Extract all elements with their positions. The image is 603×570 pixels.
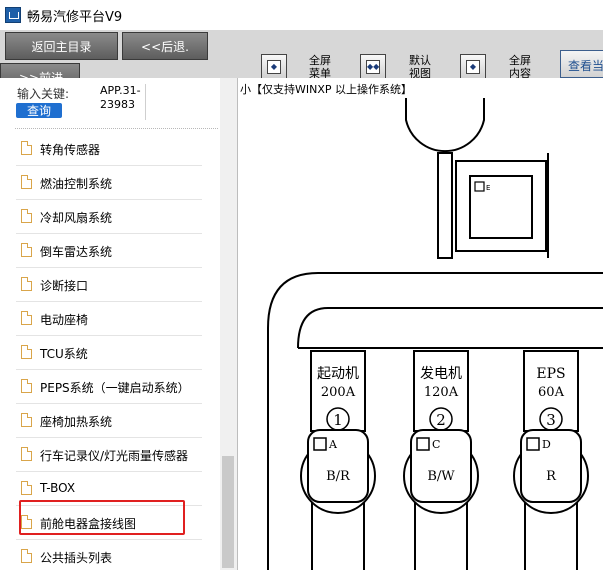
tree-item-label: TCU系统 xyxy=(40,347,88,361)
fuse-3: EPS 60A 3 D R xyxy=(513,350,589,570)
highlight-box xyxy=(19,500,185,535)
forward-button[interactable]: >>前进 xyxy=(0,63,80,78)
tree-item[interactable]: 行车记录仪/灯光雨量传感器 xyxy=(0,438,220,472)
tree-item-label: PEPS系统（一键启动系统） xyxy=(40,381,190,395)
fuse-name: 起动机 xyxy=(317,366,359,382)
document-icon xyxy=(21,413,32,427)
tree-item[interactable]: 冷却风扇系统 xyxy=(0,200,220,234)
scroll-thumb[interactable] xyxy=(222,456,234,568)
content-panel: 小【仅支持WINXP 以上操作系统】 E 起动机 200A 1 A B/R 发电机 120A… xyxy=(238,78,603,570)
fuse-2: 发电机 120A 2 C B/W xyxy=(403,350,479,570)
tree-item-label: T-BOX xyxy=(40,481,76,495)
document-icon xyxy=(21,481,32,495)
fuse-name: EPS xyxy=(536,366,565,382)
fuse-rating: 200A xyxy=(321,385,356,400)
document-icon xyxy=(21,345,32,359)
tree-item-label: 公共插头列表 xyxy=(40,551,113,565)
document-icon xyxy=(21,243,32,257)
wire-color: B/R xyxy=(326,469,351,484)
left-panel: 输入关键: 查询 APP.31-23983 转角传感器燃油控制系统 冷却风扇系统倒… xyxy=(0,78,238,570)
view-current-button[interactable]: 查看当 xyxy=(560,50,603,78)
tree-item[interactable]: 倒车雷达系统 xyxy=(0,234,220,268)
wire-color: B/W xyxy=(427,469,455,484)
keyword-label: 输入关键: xyxy=(17,87,70,101)
toolbar: 返回主目录 <<后退. >>前进 ◆ 全屏 菜单 ◆◆ 默认 视图 ◆ 全屏 内容 查… xyxy=(0,30,603,79)
app-icon xyxy=(5,7,21,23)
tree-item[interactable]: 电动座椅 xyxy=(0,302,220,336)
fuse-name: 发电机 xyxy=(420,366,462,382)
document-icon xyxy=(21,379,32,393)
connector-letter: C xyxy=(432,438,440,451)
divider xyxy=(15,128,218,129)
tree-item[interactable]: 诊断接口 xyxy=(0,268,220,302)
window-title: 畅易汽修平台V9 xyxy=(27,9,123,25)
title-bar: 畅易汽修平台V9 xyxy=(0,0,603,30)
left-scrollbar[interactable] xyxy=(220,78,237,570)
search-area: 输入关键: 查询 APP.31-23983 xyxy=(0,78,220,130)
default-view-icon[interactable]: ◆◆ xyxy=(360,54,386,78)
document-icon xyxy=(21,175,32,189)
document-icon xyxy=(21,447,32,461)
os-notice: 小【仅支持WINXP 以上操作系统】 xyxy=(240,83,413,96)
tree-item-label: 转角传感器 xyxy=(40,143,101,157)
top-connector-letter: E xyxy=(486,184,490,192)
document-icon xyxy=(21,277,32,291)
tree-item[interactable]: 公共插头列表 xyxy=(0,540,220,570)
fuse-rating: 60A xyxy=(538,385,565,400)
diagram-ring xyxy=(405,98,485,153)
tree-item[interactable]: 燃油控制系统 xyxy=(0,166,220,200)
fuse-number: 3 xyxy=(546,411,556,429)
fullscreen-menu-label: 全屏 菜单 xyxy=(309,54,331,79)
tree-item-label: 倒车雷达系统 xyxy=(40,245,113,259)
document-icon xyxy=(21,141,32,155)
tree-item-label: 冷却风扇系统 xyxy=(40,211,113,225)
document-icon xyxy=(21,549,32,563)
tree-item-label: 行车记录仪/灯光雨量传感器 xyxy=(40,449,189,463)
tree-item-label: 座椅加热系统 xyxy=(40,415,113,429)
keyword-value[interactable]: APP.31-23983 xyxy=(100,84,146,120)
terminal-connector xyxy=(520,429,582,503)
terminal-connector xyxy=(410,429,472,503)
tree-item[interactable]: TCU系统 xyxy=(0,336,220,370)
tree-item-label: 电动座椅 xyxy=(40,313,89,327)
top-connector-inner xyxy=(469,175,533,239)
document-icon xyxy=(21,209,32,223)
fuse-1: 起动机 200A 1 A B/R xyxy=(300,350,376,570)
connector-letter: A xyxy=(328,438,338,451)
fuse-rating: 120A xyxy=(424,385,459,400)
default-view-label: 默认 视图 xyxy=(409,54,431,79)
fuse-number: 2 xyxy=(436,411,446,429)
tree-item[interactable]: 转角传感器 xyxy=(0,132,220,166)
fuse-box-diagram: E 起动机 200A 1 A B/R 发电机 120A 2 C B/W EPS 60A 3 D R xyxy=(267,98,603,570)
fuse-group: 起动机 200A 1 A B/R 发电机 120A 2 C B/W EPS 60A 3 D R xyxy=(300,350,589,570)
tree-item[interactable]: 座椅加热系统 xyxy=(0,404,220,438)
document-icon xyxy=(21,311,32,325)
connector-letter: D xyxy=(542,438,551,451)
search-button[interactable]: 查询 xyxy=(16,103,62,118)
tree-item[interactable]: PEPS系统（一键启动系统） xyxy=(0,370,220,404)
fullscreen-content-icon[interactable]: ◆ xyxy=(460,54,486,78)
back-button[interactable]: <<后退. xyxy=(122,32,208,60)
fullscreen-content-label: 全屏 内容 xyxy=(509,54,531,79)
tree-item-label: 燃油控制系统 xyxy=(40,177,113,191)
home-button[interactable]: 返回主目录 xyxy=(5,32,118,60)
bus-top-edge xyxy=(267,272,603,329)
terminal-connector xyxy=(307,429,369,503)
fullscreen-menu-icon[interactable]: ◆ xyxy=(261,54,287,78)
tree-item-label: 诊断接口 xyxy=(40,279,89,293)
wire-color: R xyxy=(546,469,557,484)
fuse-number: 1 xyxy=(333,411,343,429)
